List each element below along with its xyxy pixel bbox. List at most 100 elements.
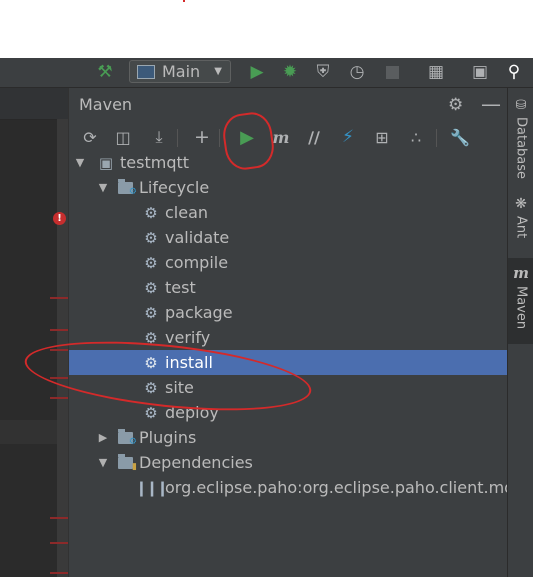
panel-header: Maven ⚙ — xyxy=(69,88,508,120)
search-icon[interactable]: ⚲ xyxy=(502,60,526,84)
lifecycle-folder-icon: ⚙ xyxy=(116,178,137,197)
project-structure-icon[interactable]: ▦ xyxy=(424,60,448,84)
goal-label: package xyxy=(165,303,233,322)
panel-title: Maven xyxy=(79,94,133,114)
goal-label: deploy xyxy=(165,403,219,422)
tree-goal-validate[interactable]: ⚙ validate xyxy=(69,225,508,250)
tree-goal-clean[interactable]: ⚙ clean xyxy=(69,200,508,225)
expand-arrow-icon[interactable]: ▼ xyxy=(96,181,110,194)
tab-label: Database xyxy=(513,117,529,180)
execute-maven-goal-icon[interactable]: m xyxy=(268,124,294,150)
error-stripe[interactable] xyxy=(50,329,68,331)
gear-icon: ⚙ xyxy=(144,378,158,397)
plugins-label: Plugins xyxy=(139,428,197,447)
dependencies-label: Dependencies xyxy=(139,453,253,472)
expand-arrow-icon[interactable]: ▼ xyxy=(96,456,110,469)
error-stripe[interactable] xyxy=(50,377,68,379)
goal-label: site xyxy=(165,378,194,397)
settings-wrench-icon[interactable]: 🔧 xyxy=(447,124,473,150)
collapse-all-icon[interactable]: ∴ xyxy=(403,124,429,150)
goal-label: verify xyxy=(165,328,211,347)
toolbar-separator xyxy=(436,129,437,147)
add-icon[interactable]: + xyxy=(189,124,215,150)
tab-ant[interactable]: ❋ Ant xyxy=(508,196,533,246)
current-line-highlight xyxy=(0,420,57,444)
annotation-dot xyxy=(183,0,185,2)
gear-icon: ⚙ xyxy=(144,228,158,247)
profile-icon[interactable]: ◷ xyxy=(345,60,369,84)
generate-sources-icon[interactable]: ◫ xyxy=(110,124,136,150)
dependencies-folder-icon: ▮ xyxy=(116,453,137,472)
tree-goal-compile[interactable]: ⚙ compile xyxy=(69,250,508,275)
toolbar-separator xyxy=(177,129,178,147)
ant-icon: ❋ xyxy=(515,196,527,212)
tree-goal-verify[interactable]: ⚙ verify xyxy=(69,325,508,350)
gear-icon: ⚙ xyxy=(144,303,158,322)
skip-tests-icon[interactable]: ⚡ xyxy=(335,124,361,150)
hammer-icon[interactable]: ⚒ xyxy=(92,60,118,84)
run-configuration-label: Main xyxy=(162,62,201,81)
maven-tool-window: Maven ⚙ — ⟳ ◫ ⤓ + ▶ m ∕∕ ⚡ ⊞ ∴ 🔧 ▼ ▣ tes… xyxy=(68,88,508,577)
tab-maven[interactable]: m Maven xyxy=(508,258,533,344)
error-stripe[interactable] xyxy=(50,297,68,299)
editor-scrollbar[interactable] xyxy=(57,119,68,577)
reload-icon[interactable]: ⟳ xyxy=(77,124,103,150)
editor-tab-strip xyxy=(0,88,68,120)
expand-arrow-icon[interactable]: ▼ xyxy=(73,156,87,169)
tree-goal-test[interactable]: ⚙ test xyxy=(69,275,508,300)
tree-dependency-item[interactable]: ❙❙❙ org.eclipse.paho:org.eclipse.paho.cl… xyxy=(69,475,508,500)
goal-label: validate xyxy=(165,228,230,247)
gear-icon[interactable]: ⚙ xyxy=(448,95,463,115)
top-area xyxy=(0,0,533,58)
tree-goal-deploy[interactable]: ⚙ deploy xyxy=(69,400,508,425)
tree-node-dependencies[interactable]: ▼ ▮ Dependencies xyxy=(69,450,508,475)
run-maven-build-icon[interactable]: ▶ xyxy=(234,124,260,150)
tree-goal-install[interactable]: ⚙ install xyxy=(69,350,508,375)
coverage-icon[interactable]: ⛨ xyxy=(311,60,335,84)
error-stripe[interactable] xyxy=(50,349,68,351)
goal-label: clean xyxy=(165,203,209,222)
download-icon[interactable]: ⤓ xyxy=(146,124,172,150)
error-stripe[interactable] xyxy=(50,397,68,399)
gear-icon: ⚙ xyxy=(144,353,158,372)
lifecycle-label: Lifecycle xyxy=(139,178,210,197)
error-stripe[interactable] xyxy=(50,542,68,544)
maven-project-icon: ▣ xyxy=(98,153,114,172)
tree-node-project[interactable]: ▼ ▣ testmqtt xyxy=(69,150,508,175)
tree-node-plugins[interactable]: ▶ ⚙ Plugins xyxy=(69,425,508,450)
run-configuration-select[interactable]: Main ▼ xyxy=(129,60,231,83)
stop-icon[interactable] xyxy=(380,60,404,84)
expand-arrow-icon[interactable]: ▶ xyxy=(96,431,110,444)
goal-label: install xyxy=(165,353,213,372)
gear-icon: ⚙ xyxy=(144,253,158,272)
gear-icon: ⚙ xyxy=(144,203,158,222)
chevron-down-icon: ▼ xyxy=(214,66,222,77)
debug-icon[interactable]: ✹ xyxy=(278,60,302,84)
minimize-icon[interactable]: — xyxy=(481,92,501,116)
right-tool-strip: ⛁ Database ❋ Ant m Maven xyxy=(507,88,533,577)
terminal-icon[interactable]: ▣ xyxy=(468,60,492,84)
toggle-offline-icon[interactable]: ∕∕ xyxy=(301,124,327,150)
tab-label: Maven xyxy=(513,286,529,330)
error-stripe[interactable] xyxy=(50,517,68,519)
tab-label: Ant xyxy=(513,216,529,239)
library-icon: ❙❙❙ xyxy=(135,478,169,497)
tree-goal-site[interactable]: ⚙ site xyxy=(69,375,508,400)
project-label: testmqtt xyxy=(120,153,190,172)
maven-icon: m xyxy=(513,264,529,282)
run-icon[interactable]: ▶ xyxy=(245,60,269,84)
tab-database[interactable]: ⛁ Database xyxy=(508,98,533,190)
maven-toolbar: ⟳ ◫ ⤓ + ▶ m ∕∕ ⚡ ⊞ ∴ 🔧 xyxy=(69,122,508,152)
tree-node-lifecycle[interactable]: ▼ ⚙ Lifecycle xyxy=(69,175,508,200)
database-icon: ⛁ xyxy=(515,98,527,113)
editor-area: ! xyxy=(0,88,68,577)
show-dependencies-icon[interactable]: ⊞ xyxy=(369,124,395,150)
error-stripe[interactable] xyxy=(50,572,68,574)
tree-goal-package[interactable]: ⚙ package xyxy=(69,300,508,325)
error-icon[interactable]: ! xyxy=(53,212,66,225)
gear-icon: ⚙ xyxy=(144,278,158,297)
plugins-folder-icon: ⚙ xyxy=(116,428,137,447)
application-icon xyxy=(137,64,155,79)
goal-label: compile xyxy=(165,253,229,272)
goal-label: test xyxy=(165,278,196,297)
